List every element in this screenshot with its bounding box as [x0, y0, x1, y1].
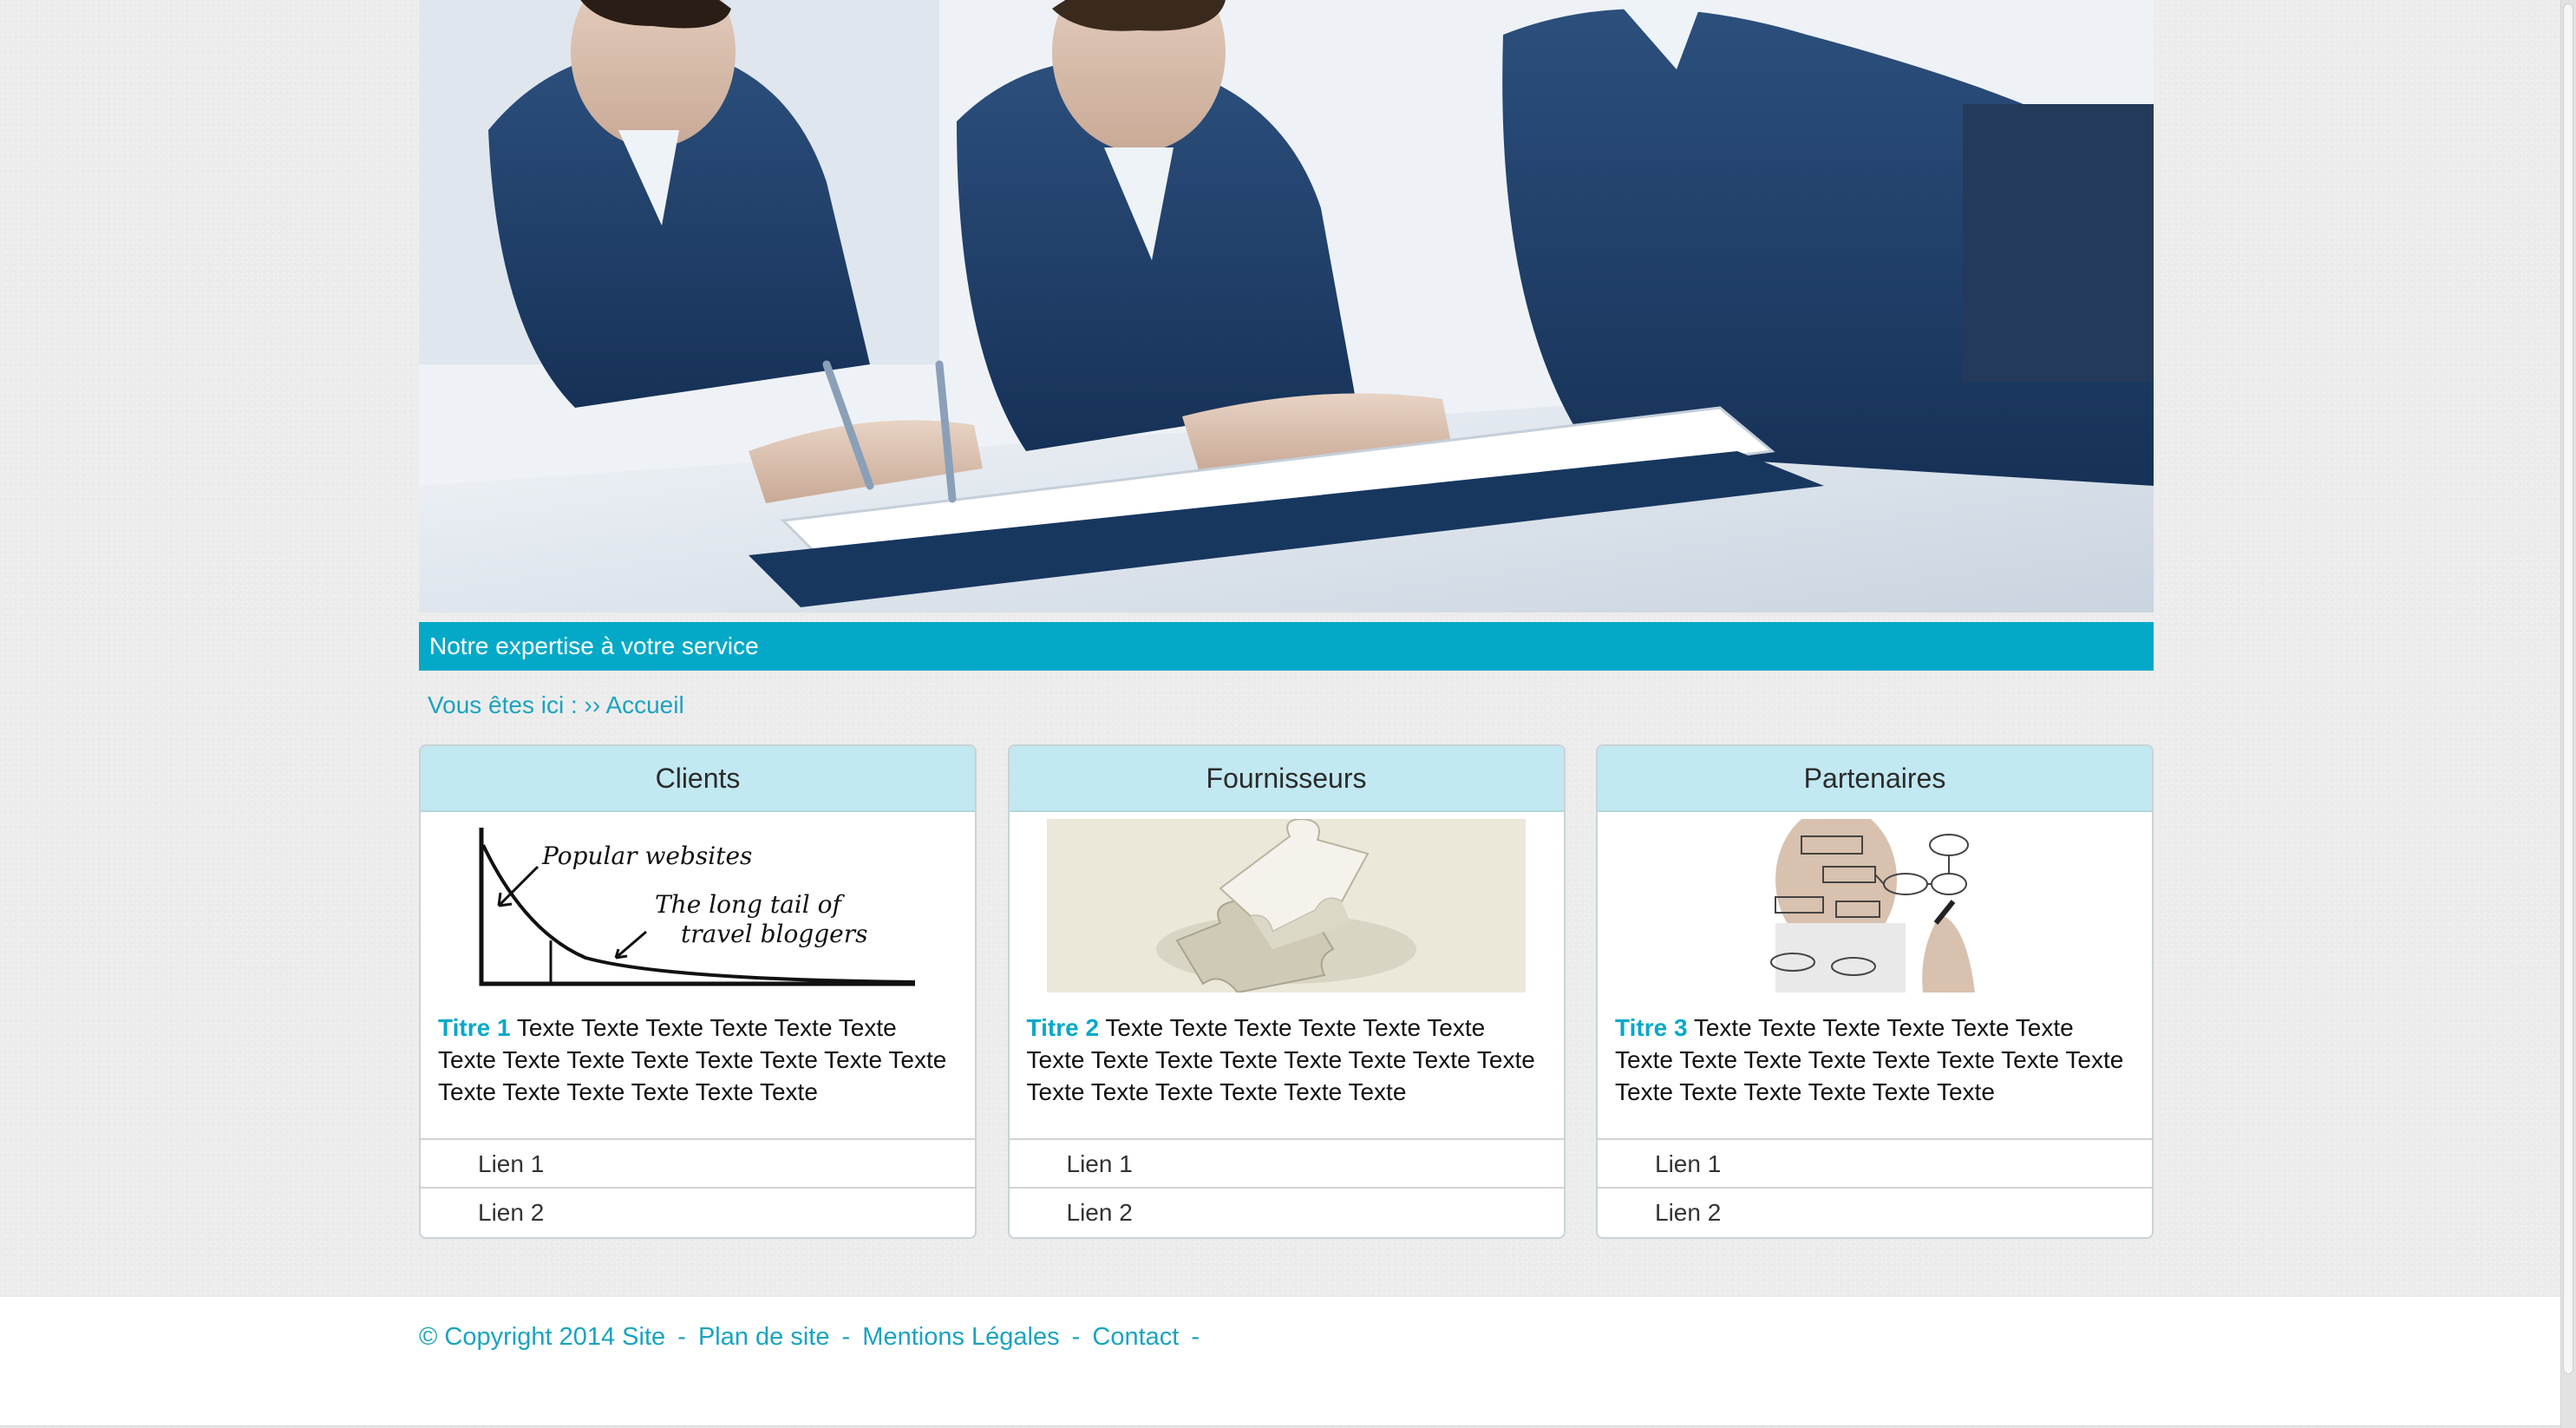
- footer-separator: -: [1191, 1323, 1200, 1351]
- card-heading: Titre 3: [1615, 1014, 1688, 1041]
- footer-separator: -: [1071, 1323, 1081, 1351]
- page-container: Notre expertise à votre service Vous ête…: [419, 0, 2154, 1239]
- chart-caption-long-tail: The long tail of: [655, 890, 845, 919]
- card-links: Lien 1 Lien 2: [1598, 1138, 2152, 1237]
- chart-caption-popular: Popular websites: [541, 842, 752, 870]
- puzzle-piece-icon: [1010, 812, 1564, 992]
- card-title[interactable]: Partenaires: [1598, 746, 2152, 812]
- footer-separator: -: [841, 1323, 851, 1351]
- banner-tagline: Notre expertise à votre service: [419, 622, 2154, 671]
- breadcrumb-separator: ››: [584, 691, 601, 718]
- card-heading: Titre 2: [1026, 1014, 1100, 1041]
- card-text: Titre 2 Texte Texte Texte Texte Texte Te…: [1010, 992, 1564, 1138]
- footer-contact-link[interactable]: Contact: [1092, 1323, 1179, 1351]
- footer-separator: -: [677, 1323, 686, 1351]
- card-text: Titre 1 Texte Texte Texte Texte Texte Te…: [421, 992, 975, 1138]
- footer-links: © Copyright 2014 Site - Plan de site - M…: [419, 1323, 1205, 1352]
- card-paragraph: Texte Texte Texte Texte Texte Texte Text…: [438, 1014, 947, 1105]
- card-fournisseurs: Fournisseurs Titre 2 Texte Texte Texte T…: [1007, 744, 1566, 1239]
- card-title[interactable]: Fournisseurs: [1009, 746, 1564, 812]
- breadcrumb-home-link[interactable]: Accueil: [605, 691, 683, 718]
- card-link-2[interactable]: Lien 2: [1598, 1189, 2152, 1237]
- card-heading: Titre 1: [438, 1014, 511, 1041]
- footer-copyright-link[interactable]: © Copyright 2014 Site: [419, 1323, 665, 1351]
- card-text: Titre 3 Texte Texte Texte Texte Texte Te…: [1598, 992, 2152, 1138]
- card-links: Lien 1 Lien 2: [421, 1138, 975, 1237]
- flowchart-drawing-icon: [1598, 812, 2152, 992]
- cards-row: Clients Popular websites The long tail o…: [419, 744, 2154, 1239]
- footer-legal-link[interactable]: Mentions Légales: [862, 1323, 1059, 1351]
- long-tail-chart-icon: Popular websites The long tail of travel…: [421, 812, 975, 992]
- footer: © Copyright 2014 Site - Plan de site - M…: [0, 1297, 2560, 1427]
- scrollbar-thumb[interactable]: [2563, 3, 2573, 1374]
- card-clients: Clients Popular websites The long tail o…: [419, 744, 977, 1239]
- chart-caption-bloggers: travel bloggers: [681, 920, 867, 948]
- card-paragraph: Texte Texte Texte Texte Texte Texte Text…: [1615, 1014, 2124, 1105]
- card-title[interactable]: Clients: [421, 746, 975, 812]
- card-links: Lien 1 Lien 2: [1009, 1138, 1564, 1237]
- card-partenaires: Partenaires Titre 3 Texte Texte Texte Te…: [1596, 744, 2154, 1239]
- breadcrumb: Vous êtes ici : ›› Accueil: [419, 671, 2154, 744]
- hero-photo: [419, 0, 2154, 612]
- card-link-2[interactable]: Lien 2: [421, 1189, 975, 1237]
- card-link-2[interactable]: Lien 2: [1010, 1189, 1564, 1237]
- card-link-1[interactable]: Lien 1: [421, 1140, 975, 1189]
- footer-sitemap-link[interactable]: Plan de site: [698, 1323, 830, 1351]
- breadcrumb-prefix: Vous êtes ici :: [428, 691, 578, 718]
- card-link-1[interactable]: Lien 1: [1009, 1140, 1564, 1189]
- card-link-1[interactable]: Lien 1: [1598, 1140, 2152, 1189]
- card-paragraph: Texte Texte Texte Texte Texte Texte Text…: [1026, 1014, 1535, 1105]
